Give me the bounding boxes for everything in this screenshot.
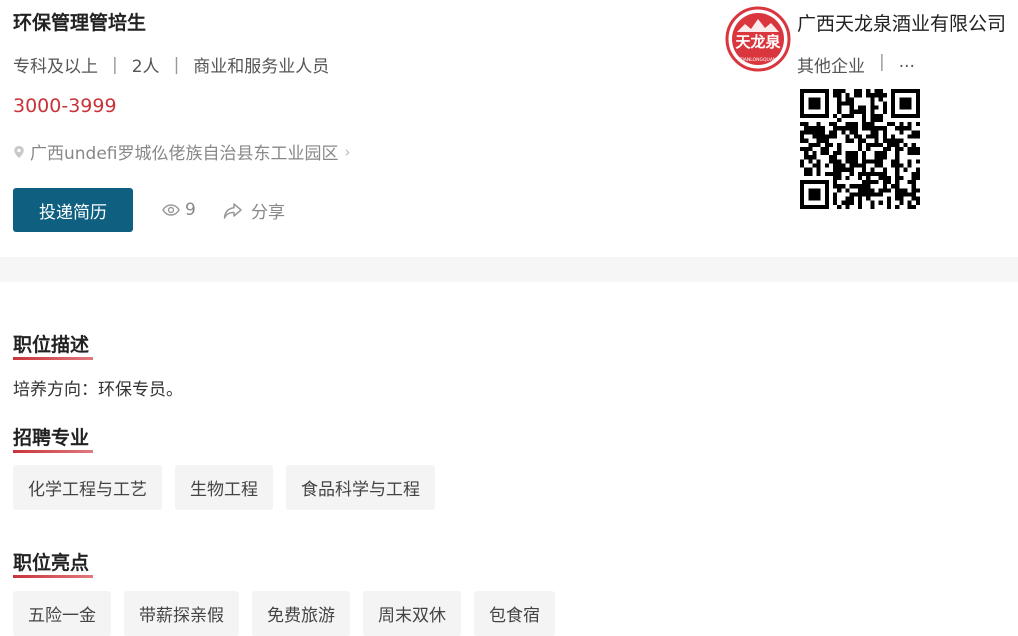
- highlight-tag: 免费旅游: [252, 591, 350, 636]
- job-category: 商业和服务业人员: [193, 57, 330, 77]
- highlights-heading: 职位亮点: [13, 548, 93, 578]
- company-meta: 其他企业 | ...: [797, 52, 915, 77]
- job-description: 培养方向：环保专员。: [13, 380, 183, 400]
- qr-code: [800, 89, 920, 209]
- company-logo-subtext: TIANLONGQUAN: [739, 57, 777, 63]
- heading-underline: [13, 450, 93, 453]
- highlight-tag: 五险一金: [13, 591, 111, 636]
- major-tag: 食品科学与工程: [286, 465, 435, 510]
- company-name[interactable]: 广西天龙泉酒业有限公司: [797, 9, 1007, 36]
- job-address[interactable]: 广西undefi罗城仫佬族自治县东工业园区 ›: [13, 139, 351, 164]
- chevron-right-icon: ›: [344, 142, 351, 161]
- highlight-tag: 带薪探亲假: [124, 591, 239, 636]
- section-divider: [0, 257, 1018, 282]
- eye-icon: [162, 204, 180, 216]
- meta-separator: |: [173, 54, 180, 75]
- majors-heading: 招聘专业: [13, 423, 93, 453]
- company-type: 其他企业: [797, 57, 865, 77]
- share-label: 分享: [251, 203, 285, 223]
- address-text: 广西undefi罗城仫佬族自治县东工业园区: [30, 144, 339, 164]
- share-button[interactable]: 分享: [223, 198, 285, 223]
- description-heading: 职位描述: [13, 330, 93, 360]
- major-tag: 化学工程与工艺: [13, 465, 162, 510]
- heading-underline: [13, 357, 93, 360]
- description-heading-text: 职位描述: [13, 334, 90, 356]
- location-pin-icon: [14, 145, 24, 158]
- education-requirement: 专科及以上: [13, 57, 98, 77]
- share-icon: [223, 202, 242, 219]
- highlight-tag: 包食宿: [474, 591, 555, 636]
- company-logo[interactable]: 天龙泉 TIANLONGQUAN: [725, 6, 791, 72]
- headcount: 2人: [131, 57, 160, 77]
- salary: 3000-3999: [13, 95, 117, 117]
- job-title: 环保管理管培生: [13, 12, 147, 34]
- heading-underline: [13, 575, 93, 578]
- majors-heading-text: 招聘专业: [13, 427, 90, 449]
- company-logo-text: 天龙泉: [735, 33, 781, 51]
- highlights-tags: 五险一金 带薪探亲假 免费旅游 周末双休 包食宿: [13, 591, 555, 636]
- majors-tags: 化学工程与工艺 生物工程 食品科学与工程: [13, 465, 435, 510]
- highlight-tag: 周末双休: [363, 591, 461, 636]
- view-count: 9: [162, 200, 196, 220]
- company-extra: ...: [898, 52, 915, 72]
- job-meta: 专科及以上 | 2人 | 商业和服务业人员: [13, 52, 330, 78]
- meta-separator: |: [879, 52, 885, 72]
- highlights-heading-text: 职位亮点: [13, 552, 90, 574]
- major-tag: 生物工程: [175, 465, 273, 510]
- view-count-value: 9: [185, 200, 196, 220]
- meta-separator: |: [112, 54, 118, 75]
- apply-resume-button[interactable]: 投递简历: [13, 188, 133, 232]
